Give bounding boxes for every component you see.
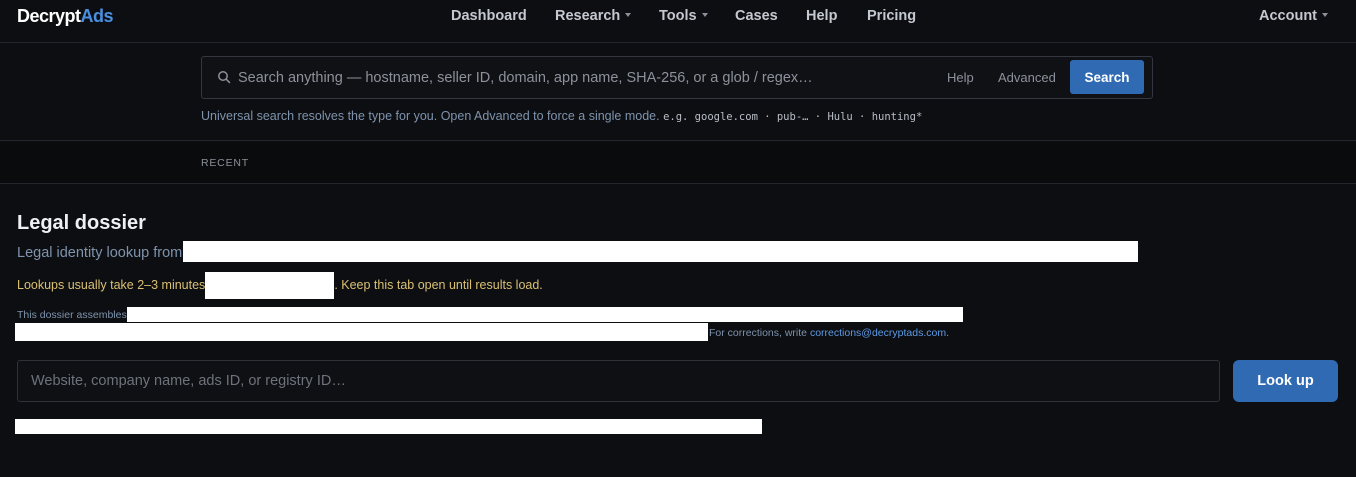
nav-cases[interactable]: Cases <box>735 8 778 24</box>
search-button[interactable]: Search <box>1070 60 1144 94</box>
search-help-link[interactable]: Help <box>947 70 974 85</box>
recent-strip: RECENT <box>0 142 1356 184</box>
nav-account-label: Account <box>1259 8 1317 24</box>
page-subtitle: Legal identity lookup from <box>17 241 1139 262</box>
redacted-block <box>183 241 1139 262</box>
brand-name-part1: Decrypt <box>17 6 81 26</box>
nav-cases-label: Cases <box>735 8 778 24</box>
warning-text: Lookups usually take 2–3 minutes <box>17 278 206 292</box>
nav-help[interactable]: Help <box>806 8 837 24</box>
search-hint-text: Universal search resolves the type for y… <box>201 109 660 123</box>
search-icon <box>218 71 231 84</box>
lookup-button[interactable]: Look up <box>1233 360 1338 402</box>
subtitle-text: Legal identity lookup from <box>17 245 183 261</box>
nav-account[interactable]: Account <box>1259 8 1328 24</box>
nav-tools[interactable]: Tools <box>659 8 708 24</box>
nav-dashboard-label: Dashboard <box>451 8 527 24</box>
search-hint: Universal search resolves the type for y… <box>201 109 922 123</box>
brand-name-part2: Ads <box>80 6 114 26</box>
dossier-description: This dossier assembles <box>17 307 963 322</box>
nav-pricing-label: Pricing <box>867 8 917 24</box>
nav-pricing[interactable]: Pricing <box>867 8 916 24</box>
warning-suffix: . Keep this tab open until results load. <box>334 278 543 292</box>
redacted-block <box>126 307 963 322</box>
search-input[interactable] <box>238 57 928 98</box>
search-hint-examples: e.g. google.com · pub-… · Hulu · hunting… <box>663 111 923 123</box>
lookup-input[interactable] <box>17 360 1220 402</box>
corrections-text: For corrections, write <box>709 327 810 339</box>
duration-warning: Lookups usually take 2–3 minutes . Keep t… <box>17 272 543 299</box>
nav-research[interactable]: Research <box>555 8 632 24</box>
search-advanced-link[interactable]: Advanced <box>998 70 1056 85</box>
corrections-email-link[interactable]: corrections@decryptads.com <box>810 327 946 339</box>
assembles-text: This dossier assembles <box>17 309 127 321</box>
nav-research-label: Research <box>555 8 621 24</box>
corrections-suffix: . <box>946 327 950 339</box>
chevron-down-icon <box>1322 13 1328 18</box>
universal-search-box: Help Advanced Search <box>201 56 1153 99</box>
redacted-block <box>15 323 708 341</box>
chevron-down-icon <box>625 13 632 18</box>
chevron-down-icon <box>701 13 708 18</box>
recent-label: RECENT <box>201 157 249 169</box>
top-nav: DecryptAds Dashboard Research Tools Case… <box>0 0 1356 43</box>
nav-dashboard[interactable]: Dashboard <box>451 8 527 24</box>
page-title: Legal dossier <box>17 212 146 234</box>
corrections-note: For corrections, write corrections@decry… <box>709 327 949 339</box>
search-band: Help Advanced Search Universal search re… <box>0 43 1356 141</box>
redacted-block <box>205 272 335 299</box>
brand-logo[interactable]: DecryptAds <box>17 6 114 27</box>
redacted-block <box>15 419 762 434</box>
nav-tools-label: Tools <box>659 8 697 24</box>
nav-help-label: Help <box>806 8 838 24</box>
